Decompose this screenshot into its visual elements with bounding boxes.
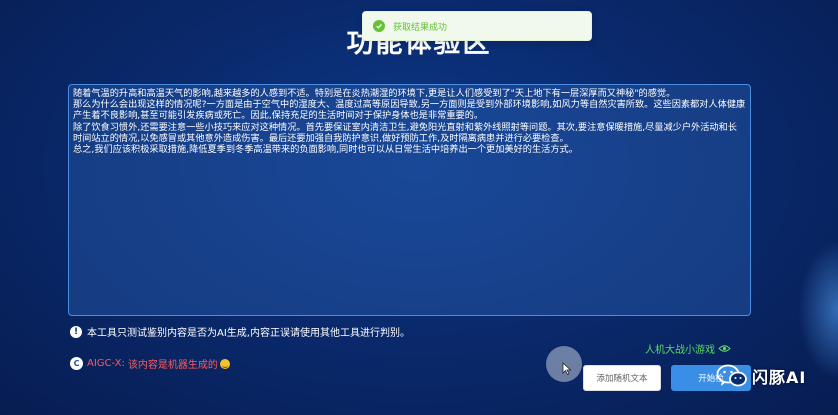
disclaimer: ! 本工具只测试鉴别内容是否为AI生成,内容正误请使用其他工具进行判别。 [70,324,410,339]
detection-result: C AIGC-X: 该内容是机器生成的 [70,356,230,371]
watermark-text: 闪豚AI [752,368,807,387]
info-icon: ! [70,325,82,338]
game-link-label: 人机大战小游戏 [645,345,715,356]
disclaimer-text: 本工具只测试鉴别内容是否为AI生成,内容正误请使用其他工具进行判别。 [87,328,410,339]
wechat-icon [716,364,747,387]
watermark: 闪豚AI [716,363,806,389]
aigc-logo-icon: C [70,357,83,370]
mouse-cursor-icon [562,362,572,375]
edge-glow [798,240,838,380]
toast-message: 获取结果成功 [393,22,448,33]
text-input-area[interactable]: 随着气温的升高和高温天气的影响,越来越多的人感到不适。特别是在炎热潮湿的环境下,… [68,84,751,316]
smile-emoji-icon [219,358,230,369]
result-prefix: AIGC-X: [87,358,125,369]
eye-icon [718,345,731,352]
input-text-content: 随着气温的升高和高温天气的影响,越来越多的人感到不适。特别是在炎热潮湿的环境下,… [73,88,746,156]
result-text: 该内容是机器生成的 [127,360,218,371]
success-check-icon [373,20,385,32]
add-random-text-button[interactable]: 添加随机文本 [583,365,661,391]
game-link[interactable]: 人机大战小游戏 [645,341,731,356]
success-toast: 获取结果成功 [362,11,592,41]
